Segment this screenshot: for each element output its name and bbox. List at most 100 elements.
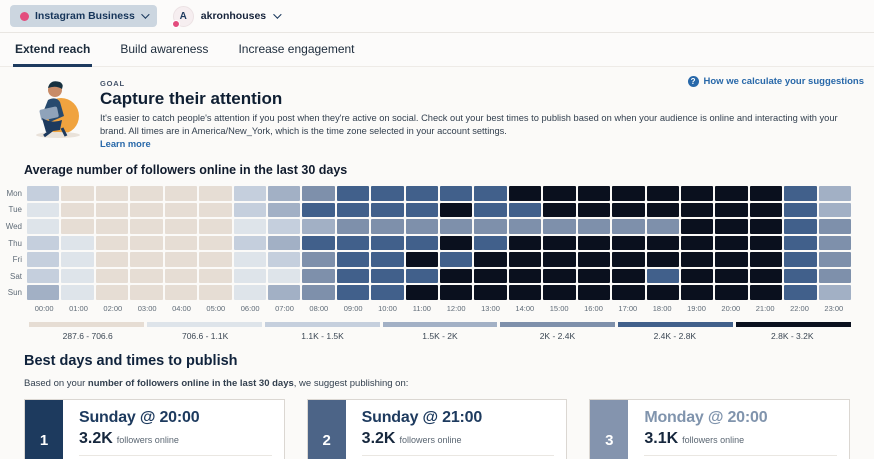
heatmap-cell[interactable] bbox=[578, 219, 610, 234]
heatmap-cell[interactable] bbox=[234, 219, 266, 234]
heatmap-cell[interactable] bbox=[819, 203, 851, 218]
heatmap-cell[interactable] bbox=[337, 203, 369, 218]
heatmap-cell[interactable] bbox=[130, 236, 162, 251]
heatmap-cell[interactable] bbox=[578, 236, 610, 251]
heatmap-cell[interactable] bbox=[165, 203, 197, 218]
heatmap-cell[interactable] bbox=[165, 252, 197, 267]
heatmap-cell[interactable] bbox=[509, 252, 541, 267]
network-selector[interactable]: Instagram Business bbox=[10, 5, 157, 27]
heatmap-cell[interactable] bbox=[784, 285, 816, 300]
heatmap-cell[interactable] bbox=[234, 252, 266, 267]
heatmap-cell[interactable] bbox=[612, 269, 644, 284]
heatmap-cell[interactable] bbox=[440, 219, 472, 234]
heatmap-cell[interactable] bbox=[819, 236, 851, 251]
heatmap-cell[interactable] bbox=[61, 252, 93, 267]
heatmap-cell[interactable] bbox=[302, 186, 334, 201]
heatmap-cell[interactable] bbox=[406, 252, 438, 267]
heatmap-cell[interactable] bbox=[27, 236, 59, 251]
heatmap-cell[interactable] bbox=[130, 269, 162, 284]
heatmap-cell[interactable] bbox=[440, 186, 472, 201]
heatmap-cell[interactable] bbox=[96, 252, 128, 267]
heatmap-cell[interactable] bbox=[61, 219, 93, 234]
heatmap-cell[interactable] bbox=[61, 236, 93, 251]
heatmap-cell[interactable] bbox=[337, 269, 369, 284]
heatmap-cell[interactable] bbox=[509, 236, 541, 251]
heatmap-cell[interactable] bbox=[784, 203, 816, 218]
heatmap-cell[interactable] bbox=[371, 285, 403, 300]
heatmap-cell[interactable] bbox=[612, 236, 644, 251]
heatmap-cell[interactable] bbox=[96, 269, 128, 284]
schedule-button[interactable]: Schedule for Sun, Jan 21 bbox=[79, 455, 272, 459]
heatmap-cell[interactable] bbox=[199, 203, 231, 218]
heatmap-cell[interactable] bbox=[165, 285, 197, 300]
heatmap-cell[interactable] bbox=[302, 203, 334, 218]
heatmap-cell[interactable] bbox=[647, 203, 679, 218]
profile-selector[interactable]: A akronhouses bbox=[173, 6, 279, 27]
heatmap-cell[interactable] bbox=[96, 203, 128, 218]
heatmap-cell[interactable] bbox=[715, 186, 747, 201]
heatmap-cell[interactable] bbox=[165, 236, 197, 251]
heatmap-cell[interactable] bbox=[130, 186, 162, 201]
heatmap-cell[interactable] bbox=[509, 203, 541, 218]
heatmap-cell[interactable] bbox=[440, 285, 472, 300]
heatmap-cell[interactable] bbox=[440, 252, 472, 267]
heatmap-cell[interactable] bbox=[474, 203, 506, 218]
heatmap-cell[interactable] bbox=[750, 219, 782, 234]
heatmap-cell[interactable] bbox=[337, 252, 369, 267]
heatmap-cell[interactable] bbox=[130, 203, 162, 218]
heatmap-cell[interactable] bbox=[715, 236, 747, 251]
heatmap-cell[interactable] bbox=[474, 219, 506, 234]
heatmap-cell[interactable] bbox=[337, 285, 369, 300]
heatmap-cell[interactable] bbox=[784, 219, 816, 234]
heatmap-cell[interactable] bbox=[681, 269, 713, 284]
heatmap-cell[interactable] bbox=[819, 186, 851, 201]
heatmap-cell[interactable] bbox=[199, 252, 231, 267]
heatmap-cell[interactable] bbox=[61, 269, 93, 284]
heatmap-cell[interactable] bbox=[578, 186, 610, 201]
heatmap-cell[interactable] bbox=[371, 186, 403, 201]
heatmap-cell[interactable] bbox=[647, 236, 679, 251]
heatmap-cell[interactable] bbox=[406, 203, 438, 218]
heatmap-cell[interactable] bbox=[440, 269, 472, 284]
heatmap-cell[interactable] bbox=[750, 186, 782, 201]
tab-increase-engagement[interactable]: Increase engagement bbox=[236, 33, 356, 66]
heatmap-cell[interactable] bbox=[337, 219, 369, 234]
heatmap-cell[interactable] bbox=[681, 219, 713, 234]
heatmap-cell[interactable] bbox=[371, 203, 403, 218]
heatmap-cell[interactable] bbox=[543, 186, 575, 201]
heatmap-cell[interactable] bbox=[130, 285, 162, 300]
heatmap-cell[interactable] bbox=[61, 285, 93, 300]
heatmap-cell[interactable] bbox=[543, 285, 575, 300]
heatmap-cell[interactable] bbox=[784, 186, 816, 201]
heatmap-cell[interactable] bbox=[750, 285, 782, 300]
tab-build-awareness[interactable]: Build awareness bbox=[118, 33, 210, 66]
heatmap-cell[interactable] bbox=[61, 186, 93, 201]
heatmap-cell[interactable] bbox=[647, 269, 679, 284]
heatmap-cell[interactable] bbox=[302, 219, 334, 234]
heatmap-cell[interactable] bbox=[543, 252, 575, 267]
heatmap-cell[interactable] bbox=[681, 236, 713, 251]
heatmap-cell[interactable] bbox=[302, 252, 334, 267]
heatmap-cell[interactable] bbox=[268, 269, 300, 284]
heatmap-cell[interactable] bbox=[612, 252, 644, 267]
heatmap-cell[interactable] bbox=[715, 269, 747, 284]
heatmap-cell[interactable] bbox=[268, 236, 300, 251]
heatmap-cell[interactable] bbox=[234, 236, 266, 251]
heatmap-cell[interactable] bbox=[474, 285, 506, 300]
heatmap-cell[interactable] bbox=[27, 269, 59, 284]
heatmap-cell[interactable] bbox=[27, 252, 59, 267]
heatmap-cell[interactable] bbox=[784, 252, 816, 267]
heatmap-cell[interactable] bbox=[474, 269, 506, 284]
heatmap-cell[interactable] bbox=[509, 285, 541, 300]
heatmap-cell[interactable] bbox=[474, 236, 506, 251]
heatmap-cell[interactable] bbox=[371, 236, 403, 251]
heatmap-cell[interactable] bbox=[96, 236, 128, 251]
heatmap-cell[interactable] bbox=[165, 219, 197, 234]
learn-more-link[interactable]: Learn more bbox=[100, 139, 151, 149]
heatmap-cell[interactable] bbox=[268, 186, 300, 201]
tab-extend-reach[interactable]: Extend reach bbox=[13, 33, 92, 67]
heatmap-cell[interactable] bbox=[302, 269, 334, 284]
heatmap-cell[interactable] bbox=[543, 219, 575, 234]
heatmap-cell[interactable] bbox=[612, 285, 644, 300]
heatmap-cell[interactable] bbox=[199, 186, 231, 201]
